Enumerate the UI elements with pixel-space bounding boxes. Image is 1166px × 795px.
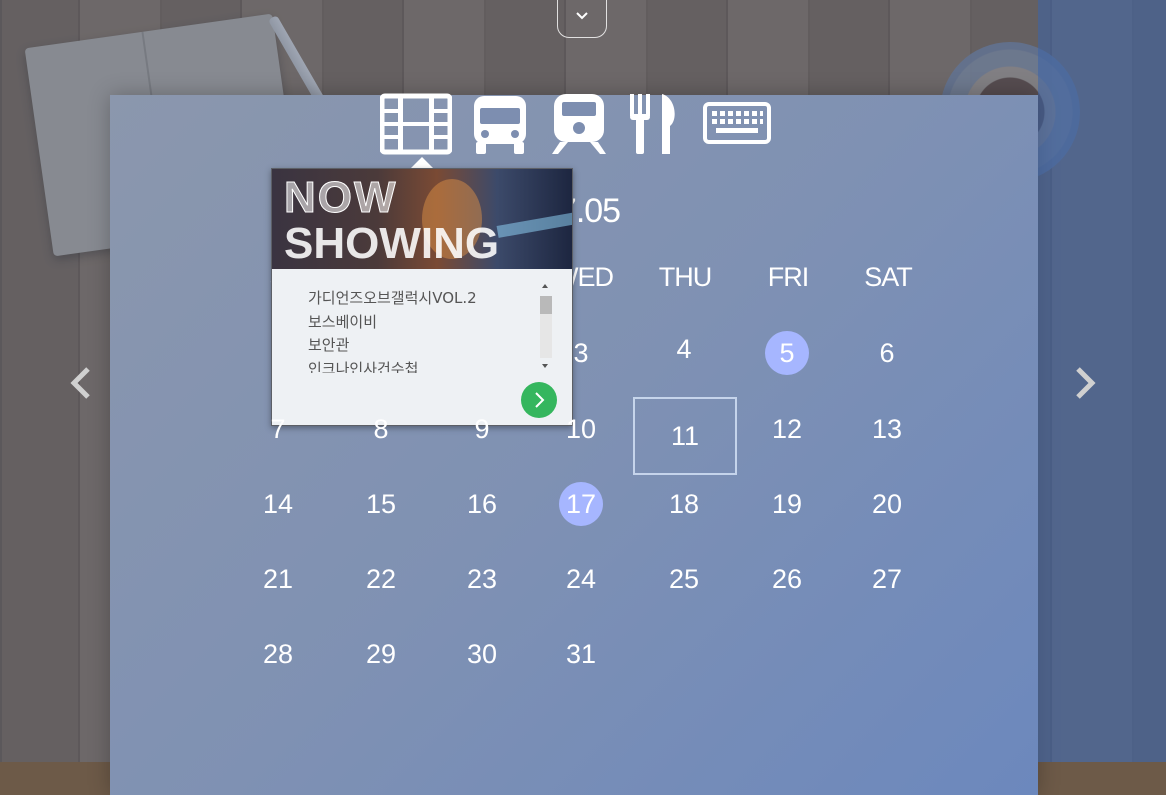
day-cell-4[interactable]: 4	[634, 314, 734, 384]
day-number: 18	[668, 488, 700, 519]
day-cell-21[interactable]: 21	[228, 544, 328, 614]
fork-knife-icon	[630, 94, 675, 154]
movie-popup: NOW SHOWING 가디언즈오브갤럭시VOL.2 보스베이비 보안관 인크나인사건…	[271, 168, 573, 426]
category-bus[interactable]	[470, 92, 530, 156]
category-keyboard[interactable]	[702, 92, 772, 156]
now-showing-banner: NOW SHOWING	[272, 169, 572, 269]
day-number: 4	[676, 333, 692, 364]
movie-list: 가디언즈오브갤럭시VOL.2 보스베이비 보안관 인크나인사건수첩	[308, 287, 538, 373]
day-number: 29	[365, 638, 397, 669]
day-number: 10	[565, 413, 597, 444]
day-number: 26	[771, 563, 803, 594]
weekday-sat: SAT	[864, 262, 913, 292]
day-cell-14[interactable]: 14	[228, 469, 328, 539]
train-icon	[552, 94, 606, 154]
day-cell-30[interactable]: 30	[432, 619, 532, 689]
chevron-down-icon	[576, 12, 588, 20]
day-number: 12	[771, 413, 803, 444]
scroll-down-icon[interactable]	[542, 364, 548, 368]
day-cell-26[interactable]: 26	[737, 544, 837, 614]
movie-list-scrollbar[interactable]	[539, 284, 553, 374]
day-number: 11	[670, 420, 700, 451]
right-tint	[1038, 0, 1166, 762]
day-number: 15	[365, 488, 397, 519]
day-cell-19[interactable]: 19	[737, 469, 837, 539]
day-cell-5[interactable]: 5	[737, 318, 837, 388]
day-cell-25[interactable]: 25	[634, 544, 734, 614]
weekday-thu: THU	[658, 262, 713, 292]
day-cell-17[interactable]: 17	[531, 469, 631, 539]
day-cell-16[interactable]: 16	[432, 469, 532, 539]
prev-month-button[interactable]	[66, 365, 96, 401]
day-cell-12[interactable]: 12	[737, 394, 837, 464]
day-number: 16	[466, 488, 498, 519]
day-number: 14	[262, 488, 294, 519]
day-cell-6[interactable]: 6	[837, 318, 937, 388]
day-number: 13	[871, 413, 903, 444]
day-cell-13[interactable]: 13	[837, 394, 937, 464]
day-cell-23[interactable]: 23	[432, 544, 532, 614]
chevron-right-icon	[1076, 367, 1096, 399]
day-number: 6	[879, 337, 895, 368]
chevron-left-icon	[70, 367, 90, 399]
banner-line1: NOW	[283, 173, 398, 222]
day-number: 28	[262, 638, 294, 669]
keyboard-icon	[703, 102, 771, 144]
day-cell-22[interactable]: 22	[331, 544, 431, 614]
day-number: 8	[373, 413, 389, 444]
day-cell-24[interactable]: 24	[531, 544, 631, 614]
category-train[interactable]	[550, 92, 608, 156]
day-cell-20[interactable]: 20	[837, 469, 937, 539]
day-cell-15[interactable]: 15	[331, 469, 431, 539]
chevron-right-icon	[535, 392, 545, 408]
collapse-toggle-button[interactable]	[557, 0, 607, 38]
weekday-fri: FRI	[767, 262, 810, 292]
movie-list-item[interactable]: 인크나인사건수첩	[308, 358, 538, 374]
scroll-up-icon[interactable]	[542, 284, 548, 288]
day-number: 23	[466, 563, 498, 594]
day-number: 19	[771, 488, 803, 519]
day-number: 5	[764, 331, 810, 375]
day-number: 9	[474, 413, 490, 444]
day-number: 30	[466, 638, 498, 669]
next-month-button[interactable]	[1070, 365, 1100, 401]
day-cell-18[interactable]: 18	[634, 469, 734, 539]
day-cell-28[interactable]: 28	[228, 619, 328, 689]
film-icon	[379, 93, 453, 155]
day-cell-27[interactable]: 27	[837, 544, 937, 614]
day-number: 21	[262, 563, 294, 594]
day-number: 22	[365, 563, 397, 594]
movie-list-item[interactable]: 가디언즈오브갤럭시VOL.2	[308, 287, 538, 311]
day-number: 17	[558, 482, 604, 526]
day-cell-31[interactable]: 31	[531, 619, 631, 689]
day-number: 20	[871, 488, 903, 519]
bus-icon	[474, 96, 526, 154]
banner-line2: SHOWING	[284, 219, 500, 268]
category-film[interactable]	[379, 92, 453, 156]
movie-list-item[interactable]: 보스베이비	[308, 311, 538, 335]
day-cell-11[interactable]: 11	[633, 397, 737, 475]
day-number: 27	[871, 563, 903, 594]
day-number: 3	[573, 337, 589, 368]
go-button[interactable]	[521, 382, 557, 418]
day-number: 25	[668, 563, 700, 594]
category-food[interactable]	[628, 92, 680, 156]
day-number: 7	[270, 413, 286, 444]
scroll-thumb[interactable]	[540, 296, 552, 314]
movie-list-item[interactable]: 보안관	[308, 334, 538, 358]
day-cell-29[interactable]: 29	[331, 619, 431, 689]
day-number: 24	[565, 563, 597, 594]
day-number: 31	[565, 638, 597, 669]
